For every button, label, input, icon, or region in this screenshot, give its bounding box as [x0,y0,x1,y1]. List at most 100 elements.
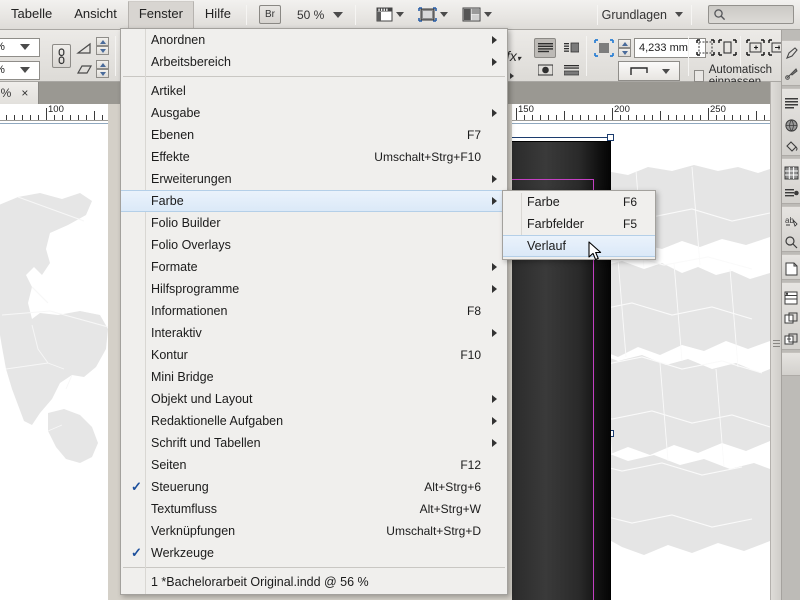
menu-fenster[interactable]: Fenster [127,1,194,28]
fit-frame-to-content-icon[interactable] [746,39,765,56]
screen-mode-dropdown[interactable] [376,7,405,22]
submenu-item-farbfelder[interactable]: Farbfelder F5 [503,213,655,235]
fenster-dropdown-menu[interactable]: Anordnen Arbeitsbereich Artikel Ausgabe Eben… [120,28,508,595]
pen-icon[interactable] [783,45,800,62]
menu-item-artikel[interactable]: Artikel [121,80,507,102]
arrange-documents-dropdown[interactable] [462,7,493,22]
menu-item-anordnen[interactable]: Anordnen [121,29,507,51]
submenu-item-farbe[interactable]: Farbe F6 [503,191,655,213]
stepper-up[interactable] [96,60,109,69]
menu-item-textumfluss[interactable]: Textumfluss Alt+Strg+W [121,498,507,520]
paint-bucket-icon[interactable] [783,137,800,154]
submenu-arrow-icon [492,109,497,117]
ruler-tick [524,115,525,120]
stepper-up[interactable] [96,37,109,46]
align-left-button[interactable] [534,38,556,58]
search-input[interactable] [708,5,794,24]
menu-item-hilfsprogramme[interactable]: Hilfsprogramme [121,278,507,300]
search-icon[interactable] [783,233,800,250]
triangle-up-icon [99,39,106,44]
constrain-proportions-toggle[interactable] [52,44,71,68]
stroke-weight-stepper[interactable] [618,39,631,57]
horizontal-ruler-right[interactable]: 150 200 250 [512,104,770,121]
menu-item-verkn-pfungen[interactable]: Verknüpfungen Umschalt+Strg+D [121,520,507,542]
menu-tabelle[interactable]: Tabelle [0,1,63,28]
shear-stepper[interactable] [96,37,109,55]
rotate-stepper[interactable] [96,60,109,78]
shear-icon[interactable] [76,42,93,55]
menu-item-interaktiv[interactable]: Interaktiv [121,322,507,344]
ruler-tick [564,111,565,120]
preview-mode-dropdown[interactable] [418,7,449,22]
menu-item-ebenen[interactable]: Ebenen F7 [121,124,507,146]
menu-item-arbeitsbereich[interactable]: Arbeitsbereich [121,51,507,73]
menu-item-seiten[interactable]: Seiten F12 [121,454,507,476]
workspace-switcher[interactable]: Grundlagen [602,8,683,22]
bridge-button[interactable]: Br [258,5,281,24]
wrap-around-shape-button[interactable] [534,60,556,80]
dock-group-1 [782,40,800,86]
submenu-item-verlauf[interactable]: Verlauf [503,235,655,257]
menu-item-formate[interactable]: Formate [121,256,507,278]
links-icon[interactable] [783,331,800,348]
menu-item-ausgabe[interactable]: Ausgabe [121,102,507,124]
menu-item-kontur[interactable]: Kontur F10 [121,344,507,366]
menu-item-label: Ebenen [151,128,195,142]
document-tab[interactable]: 50 % × [0,82,40,104]
brush-icon[interactable] [783,65,800,82]
text-frame-guide-top [512,179,594,180]
menu-item-erweiterungen[interactable]: Erweiterungen [121,168,507,190]
object-states-icon[interactable] [783,310,800,327]
menu-hilfe[interactable]: Hilfe [194,1,242,28]
stepper-up[interactable] [618,39,631,48]
menu-item-informationen[interactable]: Informationen F8 [121,300,507,322]
stroke-align-icon[interactable] [594,39,614,57]
menu-item-1-bachelorarbeit-original-indd-56[interactable]: 1 *Bachelorarbeit Original.indd @ 56 % [121,571,507,593]
menu-item-redaktionelle-aufgaben[interactable]: Redaktionelle Aufgaben [121,410,507,432]
rotate-icon[interactable] [76,63,93,76]
controlbar-divider-2 [586,36,587,76]
menu-item-effekte[interactable]: Effekte Umschalt+Strg+F10 [121,146,507,168]
scale-y-chevron-icon[interactable] [20,67,30,73]
globe-icon[interactable] [783,117,800,134]
scale-x-chevron-icon[interactable] [20,44,30,50]
ruler-tick [676,115,677,120]
menu-item-mini-bridge[interactable]: Mini Bridge [121,366,507,388]
menu-item-werkzeuge[interactable]: ✓ Werkzeuge [121,542,507,564]
dock-grip-icon[interactable] [773,340,780,349]
corner-type-dropdown[interactable] [618,61,680,81]
selection-handle-top-right[interactable] [607,134,614,141]
menu-item-schrift-und-tabellen[interactable]: Schrift und Tabellen [121,432,507,454]
farbe-submenu[interactable]: Farbe F6 Farbfelder F5 Verlauf [502,190,656,260]
fit-content-proportionally-icon[interactable] [696,39,715,56]
menu-item-folio-builder[interactable]: Folio Builder [121,212,507,234]
paragraph-icon[interactable] [783,185,800,202]
stepper-down[interactable] [96,69,109,78]
menu-ansicht[interactable]: Ansicht [63,1,128,28]
submenu-arrow-icon [492,395,497,403]
menu-item-folio-overlays[interactable]: Folio Overlays [121,234,507,256]
close-icon[interactable]: × [21,86,28,100]
text-wrap-right-button[interactable] [560,38,582,58]
menu-item-steuerung[interactable]: ✓ Steuerung Alt+Strg+6 [121,476,507,498]
spellcheck-icon[interactable]: ab [783,212,800,229]
auto-fit-checkbox[interactable] [694,70,704,82]
canvas-left[interactable] [0,121,108,600]
ruler-tick [732,115,733,120]
document-tab-zoom: 50 % [0,86,12,100]
table-icon[interactable] [783,164,800,181]
panel-dock-gutter[interactable] [770,82,781,600]
page-icon[interactable] [783,260,800,277]
fill-frame-proportionally-icon[interactable] [718,39,737,56]
submenu-item-label: Farbe [527,195,560,209]
zoom-level-dropdown[interactable]: 50 % [297,8,344,22]
horizontal-ruler-left[interactable]: 100 [0,104,108,121]
effects-fx-button[interactable]: fx▾ [506,48,521,64]
stepper-down[interactable] [96,46,109,55]
layers-icon[interactable] [783,289,800,306]
stepper-down[interactable] [618,48,631,57]
menu-item-farbe[interactable]: Farbe [121,190,507,212]
wrap-below-button[interactable] [560,60,582,80]
menu-item-objekt-und-layout[interactable]: Objekt und Layout [121,388,507,410]
type-icon[interactable] [783,95,800,112]
